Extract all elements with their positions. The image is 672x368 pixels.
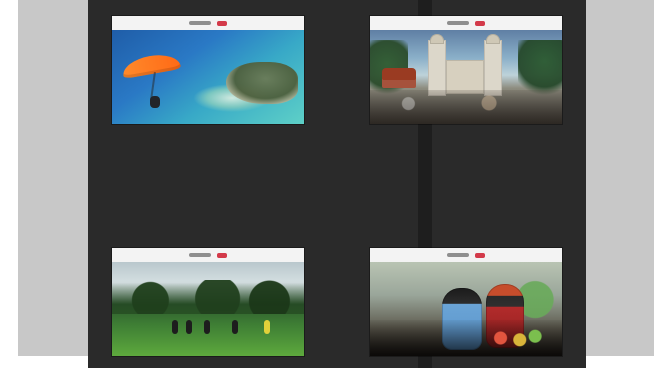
- hiker-icon: [264, 320, 270, 334]
- thumbnail-header: [370, 16, 562, 30]
- logo-mark-icon: [217, 252, 227, 258]
- church-tower-right: [484, 40, 502, 96]
- hiker-icon: [186, 320, 192, 334]
- church-spire-right-icon: [486, 34, 500, 44]
- thumbnail-4[interactable]: [370, 248, 562, 356]
- church-facade: [446, 60, 484, 94]
- market-vendors-image: [370, 262, 562, 356]
- plaza-church-image: [370, 30, 562, 124]
- church-tower-left: [428, 40, 446, 96]
- kiosk-roof: [382, 68, 416, 88]
- forest-hikers-image: [112, 262, 304, 356]
- forest-ridge: [112, 280, 304, 314]
- hiker-icon: [232, 320, 238, 334]
- coastline-parachute-image: [112, 30, 304, 124]
- island-shape: [226, 62, 298, 104]
- logo-mark-icon: [217, 20, 227, 26]
- viewer-panel: [88, 0, 586, 368]
- thumbnail-header: [112, 248, 304, 262]
- parachutist-icon: [150, 96, 160, 108]
- thumbnail-header: [370, 248, 562, 262]
- produce-stall: [370, 320, 562, 356]
- hiker-icon: [172, 320, 178, 334]
- thumbnail-1[interactable]: [112, 16, 304, 124]
- thumbnail-2[interactable]: [370, 16, 562, 124]
- logo-mark-icon: [447, 21, 469, 25]
- hiker-icon: [204, 320, 210, 334]
- logo-mark-icon: [475, 20, 485, 26]
- thumbnail-header: [112, 16, 304, 30]
- logo-mark-icon: [447, 253, 469, 257]
- crowd: [370, 90, 562, 124]
- logo-mark-icon: [189, 21, 211, 25]
- thumbnail-3[interactable]: [112, 248, 304, 356]
- logo-mark-icon: [189, 253, 211, 257]
- parachute-canopy-icon: [120, 51, 182, 79]
- logo-mark-icon: [475, 252, 485, 258]
- church-spire-left-icon: [430, 34, 444, 44]
